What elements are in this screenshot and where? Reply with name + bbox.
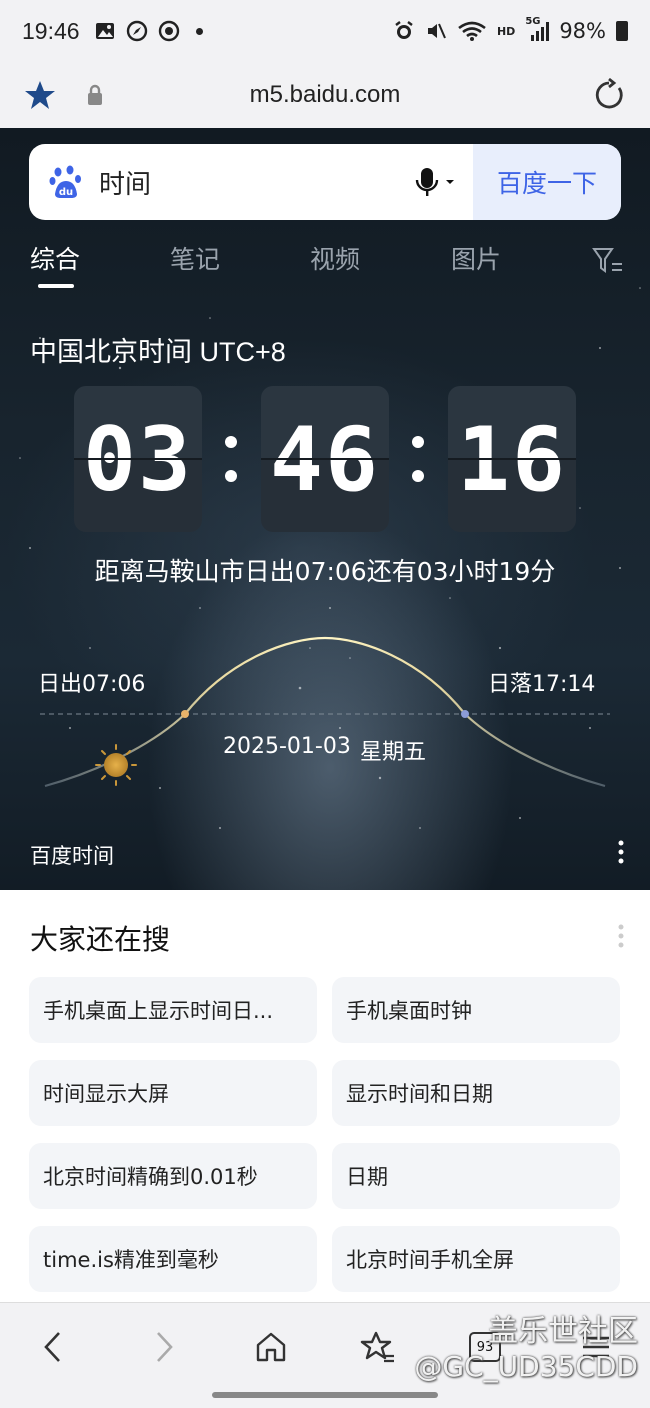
more-options-icon[interactable] [618,840,624,864]
status-bar: 19:46 HD 5G 98% [0,0,650,62]
sync-icon [158,20,179,42]
watermark-title: 盖乐世社区 [488,1314,638,1349]
gallery-icon [95,23,114,39]
baidu-logo-icon: du [49,165,81,198]
sunrise-marker [181,710,189,718]
clock-separator-icon [225,428,239,488]
compass-icon [126,20,147,42]
mute-icon [427,23,446,39]
wifi-icon [458,21,486,41]
hd-indicator: HD [496,24,516,38]
tab-all[interactable]: 综合 [30,240,80,276]
tab-notes[interactable]: 笔记 [170,240,220,276]
lock-icon[interactable] [86,84,104,106]
filter-icon[interactable] [592,246,624,276]
clock-seconds: 16 [448,386,576,532]
current-weekday: 星期五 [360,740,427,765]
search-input[interactable]: 时间 [99,164,151,201]
related-search-item[interactable]: 时间显示大屏 [29,1060,317,1126]
forward-button[interactable] [142,1325,186,1369]
source-label: 百度时间 [30,844,114,868]
related-search-item[interactable]: 手机桌面上显示时间日... [29,977,317,1043]
related-search-item[interactable]: 北京时间精确到0.01秒 [29,1143,317,1209]
related-search-item[interactable]: 日期 [332,1143,620,1209]
microphone-icon [415,168,439,196]
caret-down-icon [446,180,454,184]
browser-url-bar: m5.baidu.com [0,62,650,128]
search-submit-button[interactable]: 百度一下 [473,144,621,220]
current-date: 2025-01-03 [223,734,351,759]
sun-path-diagram [40,636,610,788]
reload-icon[interactable] [592,78,626,112]
home-button[interactable] [249,1325,293,1369]
tab-videos[interactable]: 视频 [310,240,360,276]
battery-text: 98% [559,19,606,43]
search-box[interactable]: du 时间 百度一下 [29,144,621,220]
tab-images[interactable]: 图片 [451,240,501,276]
related-search-item[interactable]: 北京时间手机全屏 [332,1226,620,1292]
clock-hours: 03 [74,386,202,532]
status-time: 19:46 [22,17,80,44]
time-card: du 时间 百度一下 综合 笔记 视频 图片 中国北京时间 UTC+8 03 4… [0,128,650,890]
clock-minutes: 46 [261,386,389,532]
bookmark-star-icon[interactable] [24,79,56,111]
related-title: 大家还在搜 [30,923,171,956]
related-searches: 大家还在搜 手机桌面上显示时间日... 手机桌面时钟 时间显示大屏 显示时间和日… [0,890,650,1302]
alarm-icon [395,21,413,39]
bookmarks-button[interactable] [356,1325,400,1369]
battery-icon [616,21,628,41]
voice-search-button[interactable] [415,166,455,198]
sun-path-arc [44,636,606,788]
related-search-item[interactable]: 显示时间和日期 [332,1060,620,1126]
bookmark-star-outline-icon [360,1331,394,1363]
notification-dot-icon [195,27,203,35]
back-button[interactable] [31,1325,75,1369]
sunrise-label: 日出07:06 [38,672,146,697]
sunset-label: 日落17:14 [488,672,596,697]
watermark-user: @GC_UD35CDD [414,1350,638,1383]
sunset-marker [461,710,469,718]
signal-icon: 5G [525,16,550,42]
related-search-item[interactable]: 手机桌面时钟 [332,977,620,1043]
svg-text:du: du [59,187,73,198]
result-tabs: 综合 笔记 视频 图片 [0,240,650,290]
sunrise-countdown: 距离马鞍山市日出07:06还有03小时19分 [94,557,556,586]
home-icon [256,1332,286,1362]
clock-separator-icon [412,428,426,488]
gesture-bar [212,1392,438,1398]
forward-arrow-icon [157,1332,173,1362]
timezone-title: 中国北京时间 UTC+8 [30,337,286,367]
related-search-item[interactable]: time.is精准到毫秒 [29,1226,317,1292]
active-tab-indicator [38,284,74,288]
back-arrow-icon [44,1332,60,1362]
more-options-icon[interactable] [618,924,624,948]
